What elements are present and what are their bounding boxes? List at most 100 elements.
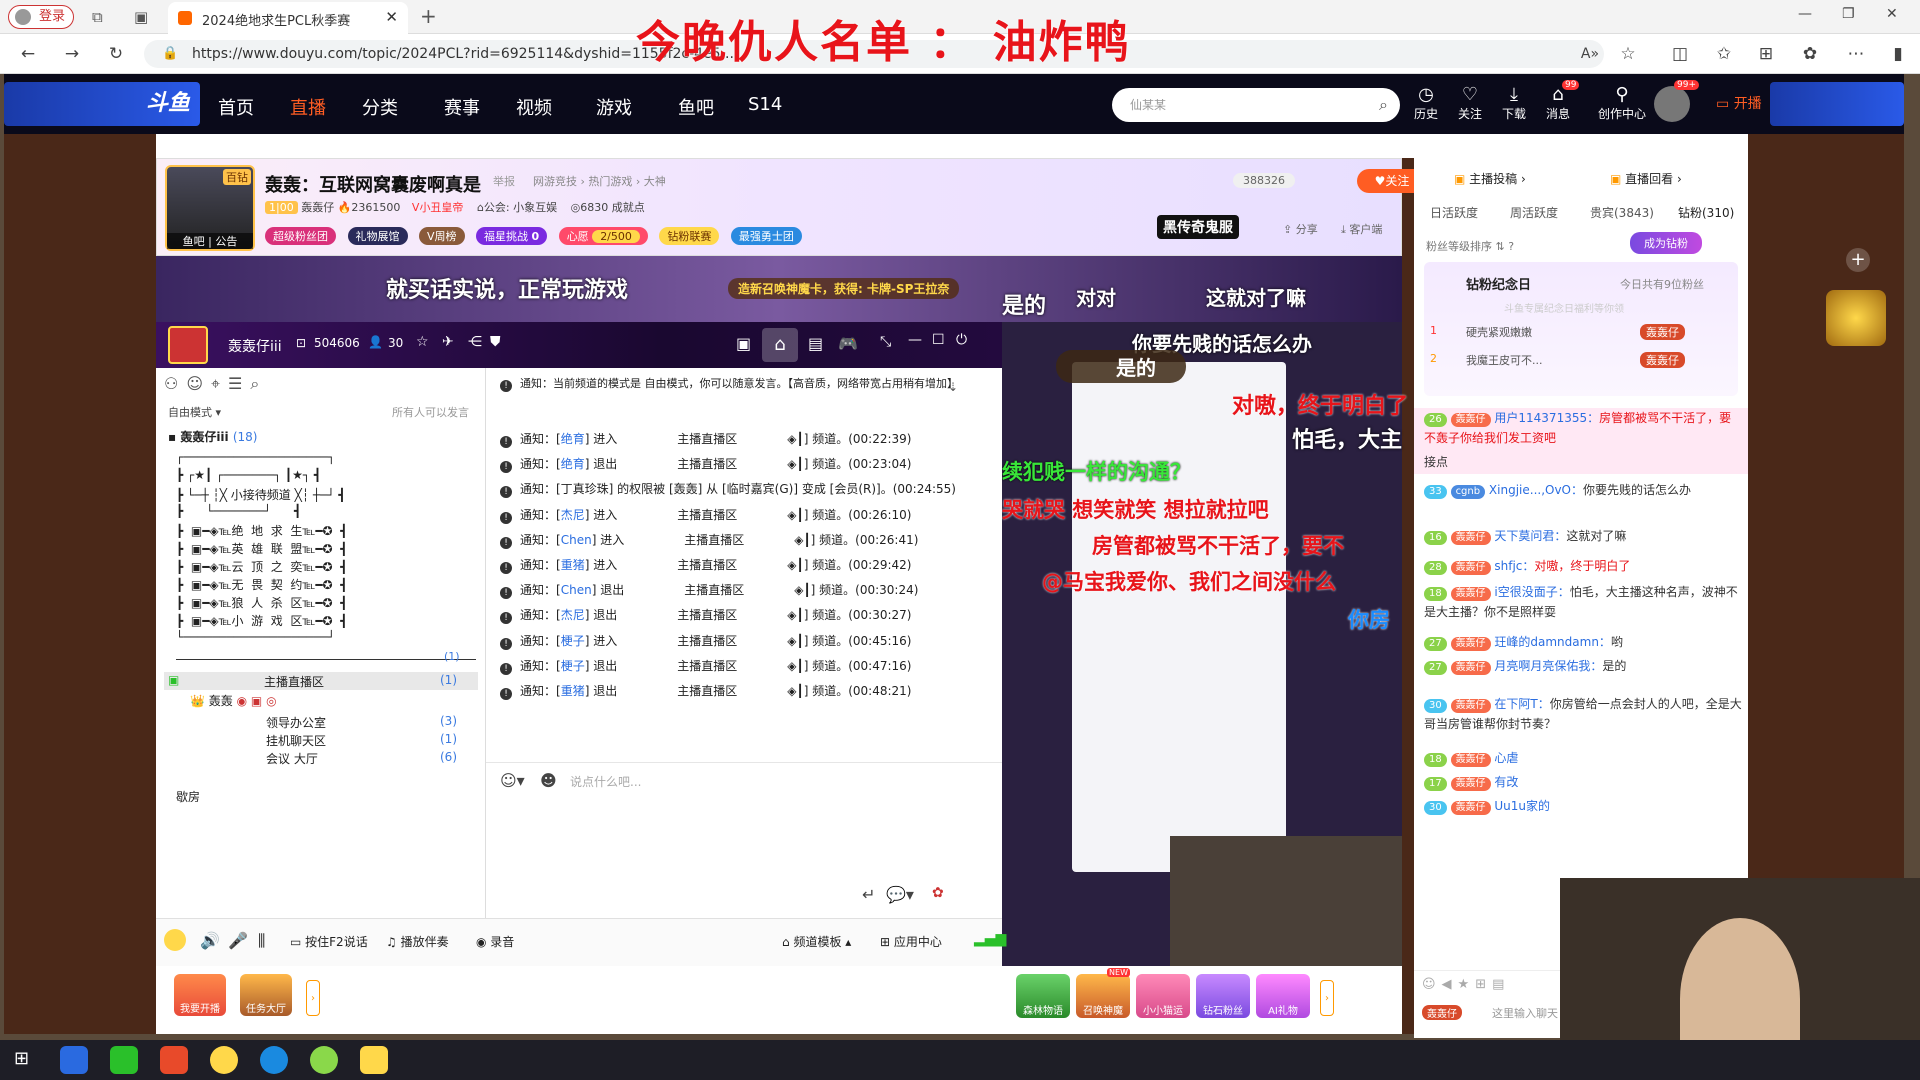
tree-item[interactable]: ┣ ▣━◈℡云 顶 之 奕℡━✪ ┫: [176, 558, 347, 575]
voice-emoji-icon[interactable]: ☻: [540, 771, 557, 790]
become-diamond-button[interactable]: 成为钻粉: [1630, 232, 1702, 254]
guild-text[interactable]: 公会: 小象互娱: [484, 201, 557, 214]
chat-message[interactable]: 26 轰轰仔 用户114371355：房管都被骂不干活了，要不轰子你给我们发工资…: [1424, 408, 1742, 448]
tree-item[interactable]: ┣ ▣━◈℡狼 人 杀 区℡━✪ ┫: [176, 594, 347, 611]
nav-live[interactable]: 直播: [290, 94, 326, 120]
chat-username[interactable]: 用户114371355：: [1494, 411, 1599, 425]
mixer-icon[interactable]: ⫼: [258, 931, 265, 951]
chat-username[interactable]: shfjc：: [1494, 559, 1534, 573]
douyu-logo[interactable]: 斗鱼: [4, 82, 200, 126]
notice-user[interactable]: 杰尼: [561, 508, 585, 522]
chat-username[interactable]: Xingjie...,OvO：: [1489, 483, 1583, 497]
plane-icon[interactable]: ✈: [442, 334, 454, 350]
search-icon[interactable]: ⌕: [250, 374, 267, 393]
tree-item[interactable]: └────────────────────┘: [176, 630, 335, 644]
gamepad-icon[interactable]: 🎮: [838, 334, 858, 353]
tag-gift-gallery[interactable]: 礼物展馆: [347, 227, 408, 245]
chat-username[interactable]: 玨峰的damndamn：: [1494, 635, 1611, 649]
notice-user[interactable]: 杰尼: [561, 608, 585, 622]
heichuan-banner[interactable]: 黑传奇鬼服: [1157, 215, 1239, 239]
tag-super-fans[interactable]: 超级粉丝团: [265, 227, 336, 245]
tag-wish[interactable]: 心愿 2/500: [558, 227, 648, 245]
tag-fuxing[interactable]: 福星挑战 0: [476, 227, 548, 245]
tag-v-weekly[interactable]: V周榜: [419, 227, 465, 245]
home-tab[interactable]: ⌂: [762, 328, 798, 362]
bubble-icon[interactable]: 💬▾: [886, 885, 914, 904]
tree-item[interactable]: ┣ └───────┘ ┫: [176, 504, 301, 518]
wechat-icon[interactable]: [110, 1046, 138, 1074]
nav-category[interactable]: 分类: [362, 94, 398, 120]
gift-entry[interactable]: 召唤神魔 NEW: [1076, 968, 1130, 1018]
power-icon[interactable]: ⏻: [956, 332, 967, 348]
window-close-icon[interactable]: ✕: [1886, 6, 1898, 22]
tree-separator[interactable]: [176, 652, 476, 660]
back-icon[interactable]: ←: [14, 40, 42, 68]
video-icon[interactable]: ▣: [736, 334, 751, 353]
start-stream-entry[interactable]: 我要开播: [174, 974, 226, 1016]
share-icon[interactable]: ⋲: [468, 334, 482, 350]
chat-message[interactable]: 18 轰轰仔 心虐: [1424, 748, 1742, 768]
tree-root[interactable]: ▪ 轰轰仔iii (18): [168, 428, 257, 445]
mic-icon[interactable]: 🎤: [228, 931, 248, 950]
notice-user[interactable]: 重猪: [561, 684, 585, 698]
new-tab-icon[interactable]: +: [420, 4, 437, 28]
chat-username[interactable]: 心虐: [1494, 751, 1518, 765]
notice-user[interactable]: 绝育: [561, 457, 585, 471]
tag-diamond-league[interactable]: 钻粉联赛: [659, 227, 720, 245]
emoji-icon[interactable]: ☺▾: [500, 771, 525, 790]
last-channel[interactable]: 歇房: [176, 788, 200, 805]
creator-button[interactable]: ⚲ 创作中心: [1594, 84, 1650, 122]
chat-username[interactable]: 月亮啊月亮保佑我：: [1494, 659, 1602, 673]
anchor-submit-tab[interactable]: ▣ 主播投稿 ›: [1454, 170, 1526, 187]
report-link[interactable]: 举报: [493, 173, 515, 189]
tree-item[interactable]: ┌────────────────────┐: [176, 450, 335, 464]
chat-message[interactable]: 33 cgnb Xingjie...,OvO：你要先贱的话怎么办: [1424, 480, 1742, 500]
chat-message[interactable]: 16 轰轰仔 天下莫问君：这就对了嘛: [1424, 526, 1742, 546]
channel-logo[interactable]: [168, 326, 208, 364]
start-live-button[interactable]: ▭ 开播: [1716, 90, 1762, 118]
restore-icon[interactable]: ❐: [1842, 6, 1855, 22]
nav-events[interactable]: 赛事: [444, 94, 480, 120]
share-button[interactable]: ⇪ 分享: [1283, 221, 1318, 237]
nav-games[interactable]: 游戏: [596, 94, 632, 120]
refresh-icon[interactable]: ↻: [102, 40, 130, 68]
notice-user[interactable]: Chen: [561, 533, 592, 547]
chat-username[interactable]: i空很没面子：: [1494, 585, 1569, 599]
favorite-icon[interactable]: ☆: [1614, 40, 1642, 68]
sort-label[interactable]: 粉丝等级排序 ⇅ ?: [1426, 238, 1514, 254]
chat-message[interactable]: 30 轰轰仔 Uu1u家的: [1424, 796, 1742, 816]
board-icon[interactable]: ▤: [808, 334, 823, 353]
taskbar-app-icon[interactable]: [210, 1046, 238, 1074]
extensions-icon[interactable]: ✿: [1796, 40, 1824, 68]
room-category[interactable]: 网游竞技 › 热门游戏 › 大神: [533, 173, 666, 189]
tree-item[interactable]: ┣ └─┼ ┆╳ 小接待频道 ╳┆ ┼─┘ ┫: [176, 486, 346, 503]
history-button[interactable]: ◷ 历史: [1406, 84, 1446, 122]
gift-entry[interactable]: AI礼物: [1256, 974, 1310, 1018]
split-screen-icon[interactable]: ◫: [1666, 40, 1694, 68]
notice-user[interactable]: Chen: [561, 583, 592, 597]
taskbar-app-icon[interactable]: [60, 1046, 88, 1074]
streamer-avatar[interactable]: 百钻 鱼吧 | 公告: [165, 165, 255, 251]
add-icon[interactable]: +: [1846, 248, 1870, 272]
chat-username[interactable]: 天下莫问君：: [1494, 529, 1566, 543]
template-button[interactable]: ⌂ 频道模板 ▴: [782, 933, 851, 950]
message-button[interactable]: ⌂ 消息 99: [1538, 80, 1580, 122]
edge-icon[interactable]: [260, 1046, 288, 1074]
login-button[interactable]: 登录: [8, 5, 74, 29]
friends-icon[interactable]: ☺: [186, 374, 211, 393]
search-icon[interactable]: ⌕: [1379, 88, 1388, 122]
chat-message[interactable]: 17 轰轰仔 有改: [1424, 772, 1742, 792]
speaker-icon[interactable]: 🔊: [200, 931, 220, 950]
more-icon[interactable]: ⋯: [1842, 40, 1870, 68]
flower-icon[interactable]: ✿: [932, 885, 944, 901]
notice-user[interactable]: 梗子: [561, 659, 585, 673]
download-button[interactable]: ⤓ 下载: [1494, 84, 1534, 122]
gift-entry[interactable]: 钻石粉丝: [1196, 974, 1250, 1018]
yy-input-placeholder[interactable]: 说点什么吧...: [570, 773, 641, 790]
scroll-down-icon[interactable]: ⇣: [948, 380, 958, 394]
task-hall-entry[interactable]: 任务大厅: [240, 974, 292, 1016]
chat-input[interactable]: 这里输入聊天: [1492, 1005, 1558, 1021]
sidebar-icon[interactable]: ▮: [1884, 40, 1912, 68]
chat-message[interactable]: 18 轰轰仔 i空很没面子：怕毛，大主播这种名声，波神不是大主播？你不是照样耍: [1424, 582, 1742, 622]
favorites-icon[interactable]: ✩: [1710, 40, 1738, 68]
